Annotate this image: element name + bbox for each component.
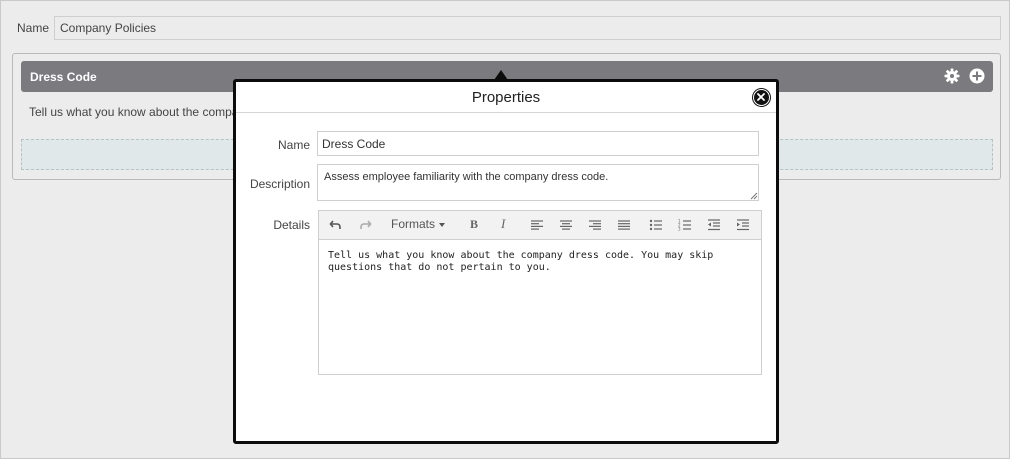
section-description: Tell us what you know about the company … (29, 105, 262, 119)
gear-icon[interactable] (944, 68, 960, 84)
name-label: Name (277, 138, 310, 152)
plus-circle-icon[interactable] (969, 68, 985, 84)
outdent-icon[interactable] (707, 218, 721, 232)
formats-label: Formats (391, 217, 436, 231)
dialog-header: Properties (236, 82, 776, 113)
chevron-down-icon (439, 222, 446, 227)
indent-icon[interactable] (736, 218, 750, 232)
description-label: Description (249, 177, 310, 191)
close-icon[interactable] (753, 89, 770, 106)
name-input[interactable]: Dress Code (317, 131, 759, 156)
rich-text-editor: Formats B I 123 Tell us what you know ab… (318, 210, 762, 375)
description-textarea[interactable]: Assess employee familiarity with the com… (317, 164, 759, 201)
numbered-list-icon[interactable]: 123 (678, 218, 692, 232)
name-field[interactable]: Company Policies (54, 16, 1001, 40)
resize-handle-icon[interactable] (749, 191, 758, 200)
svg-text:3: 3 (678, 227, 681, 232)
dialog-title: Properties (471, 89, 541, 106)
details-label: Details (273, 218, 310, 232)
editor-content[interactable]: Tell us what you know about the company … (328, 250, 758, 274)
align-right-icon[interactable] (588, 218, 602, 232)
editor-toolbar: Formats B I 123 (319, 211, 761, 240)
redo-icon[interactable] (358, 218, 372, 232)
align-left-icon[interactable] (530, 218, 544, 232)
properties-dialog: Properties Name Dress Code Description A… (233, 79, 779, 444)
align-center-icon[interactable] (559, 218, 573, 232)
italic-button[interactable]: I (501, 216, 505, 232)
section-title: Dress Code (30, 70, 97, 84)
bullet-list-icon[interactable] (649, 218, 663, 232)
name-label: Name (17, 21, 50, 35)
bold-button[interactable]: B (470, 217, 478, 232)
formats-dropdown[interactable]: Formats (391, 217, 446, 231)
undo-icon[interactable] (329, 218, 343, 232)
align-justify-icon[interactable] (617, 218, 631, 232)
